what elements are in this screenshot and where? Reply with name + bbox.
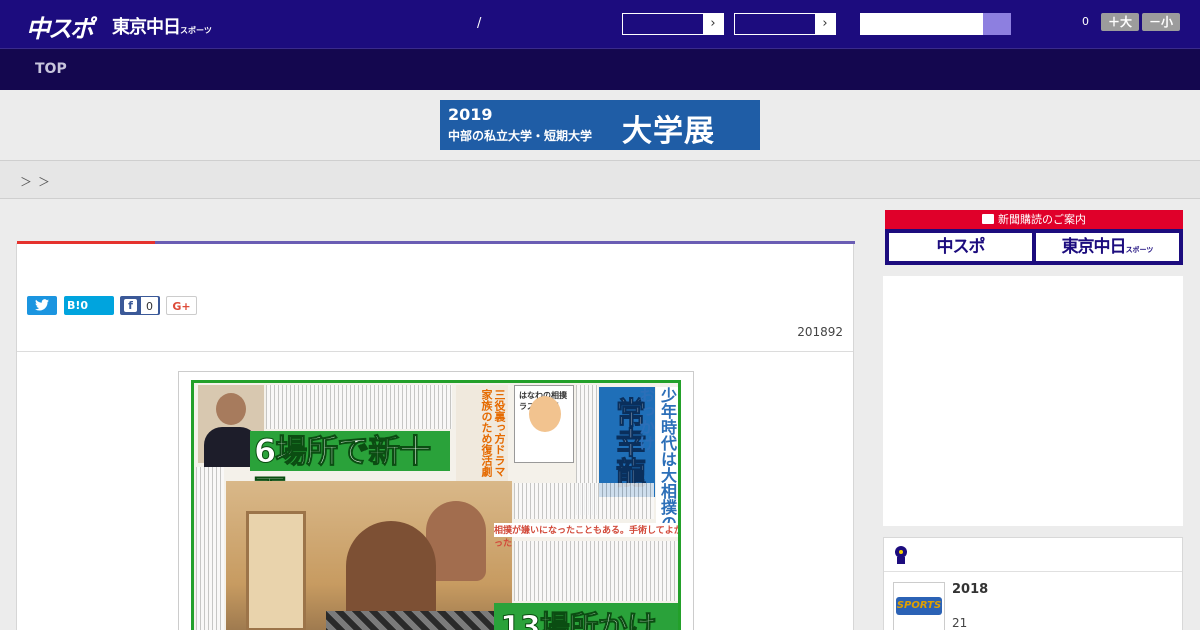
tokyo-chunichi-logo-text: 東京中日 (112, 17, 181, 38)
cartoon-illustration: はなわの相撲ラスク対談 (514, 385, 574, 463)
google-plus-share-button[interactable]: G+ (166, 296, 197, 315)
banner-title: 大学展 (622, 114, 715, 149)
article-top-bar (17, 241, 855, 244)
newspaper-text-block (196, 467, 224, 630)
subscribe-tokyo-chunichi-text: 東京中日 (1061, 237, 1127, 257)
breadcrumb-separator: ＞ (38, 175, 51, 189)
search-input[interactable] (860, 13, 1011, 35)
search-button[interactable] (983, 13, 1011, 35)
ranking-item-number: 21 (952, 616, 968, 630)
newspaper-headline-bottom: 13場所かけ再十両 (494, 603, 678, 630)
article-top-bar-accent (17, 241, 155, 244)
header-select-2[interactable]: › (734, 13, 836, 35)
medal-icon (895, 546, 907, 564)
advertisement-slot[interactable] (883, 276, 1183, 526)
university-fair-banner[interactable]: 2019 中部の私立大学・短期大学 大学展 (440, 100, 760, 150)
wrestler-photo (226, 481, 512, 630)
chuspo-logo[interactable]: 中スポ (26, 9, 94, 44)
newspaper-text-block (514, 541, 678, 601)
ranking-thumbnail-text: SPORTS (896, 597, 942, 615)
newspaper-page: 6場所で新十両 三役裏っ方ドラマ 家族のため復活劇 はなわの相撲ラスク対談 常幸… (191, 380, 681, 630)
site-header: 中スポ 東京中日スポーツ / › › 0 ＋大 －小 (0, 0, 1200, 48)
subscription-header: 新聞購読のご案内 (885, 210, 1183, 229)
subscribe-chuspo-button[interactable]: 中スポ (889, 233, 1032, 261)
article-divider (17, 351, 853, 352)
subscription-promo: 新聞購読のご案内 中スポ 東京中日スポーツ (885, 210, 1183, 265)
header-count: 0 (1082, 15, 1089, 28)
newspaper-headline-top: 6場所で新十両 (250, 431, 450, 511)
newspaper-text-block (514, 483, 654, 519)
font-increase-button[interactable]: ＋大 (1101, 13, 1139, 31)
twitter-share-button[interactable] (27, 296, 57, 315)
newspaper-vertical-headline: 少年時代は大相撲のおっかけ (636, 387, 678, 537)
newspaper-page-image[interactable]: 6場所で新十両 三役裏っ方ドラマ 家族のため復活劇 はなわの相撲ラスク対談 常幸… (178, 371, 694, 630)
ranking-item-title[interactable]: 2018 (952, 582, 988, 597)
ranking-thumbnail[interactable]: SPORTS (893, 582, 945, 630)
tokyo-chunichi-logo-small: スポーツ (180, 26, 212, 35)
newspaper-caption: 相撲が嫌いになったこともある。手術してよかった (494, 523, 678, 549)
newspaper-text-block (266, 385, 452, 429)
header-select-1[interactable]: › (622, 13, 724, 35)
newspaper-side-title: 三役裏っ方ドラマ 家族のため復活劇 (456, 385, 508, 481)
hatena-bookmark-button[interactable]: B!0 (64, 296, 114, 315)
ranking-box: SPORTS 2018 21 (883, 537, 1183, 630)
subscribe-tokyo-chunichi-small: スポーツ (1125, 246, 1154, 254)
hatena-count: 0 (80, 299, 89, 312)
nav-top-link[interactable]: TOP (35, 61, 67, 77)
facebook-icon: f (124, 299, 137, 312)
subscription-label: 新聞購読のご案内 (998, 213, 1086, 226)
font-decrease-button[interactable]: －小 (1142, 13, 1180, 31)
twitter-icon (35, 299, 49, 311)
chevron-right-icon: › (703, 14, 723, 34)
facebook-count: 0 (140, 296, 159, 315)
article-card: B!0 f 0 G+ 201892 6場所で新十両 三役裏っ方ドラマ 家族のため… (16, 241, 855, 630)
banner-year: 2019 (448, 105, 493, 124)
article-date: 201892 (797, 325, 843, 339)
subscribe-tokyo-chunichi-button[interactable]: 東京中日スポーツ (1036, 233, 1179, 261)
header-separator: / (477, 16, 482, 31)
breadcrumb: ＞ ＞ (0, 160, 1200, 199)
breadcrumb-separator: ＞ (20, 175, 33, 189)
facebook-share-button[interactable]: f 0 (120, 296, 160, 315)
banner-subtitle: 中部の私立大学・短期大学 (448, 129, 593, 143)
newspaper-icon (982, 214, 994, 224)
chevron-right-icon: › (815, 14, 835, 34)
main-nav: TOP (0, 48, 1200, 90)
tokyo-chunichi-logo[interactable]: 東京中日スポーツ (112, 13, 212, 39)
ranking-header (884, 538, 1182, 572)
hatena-icon: B! (67, 299, 81, 312)
